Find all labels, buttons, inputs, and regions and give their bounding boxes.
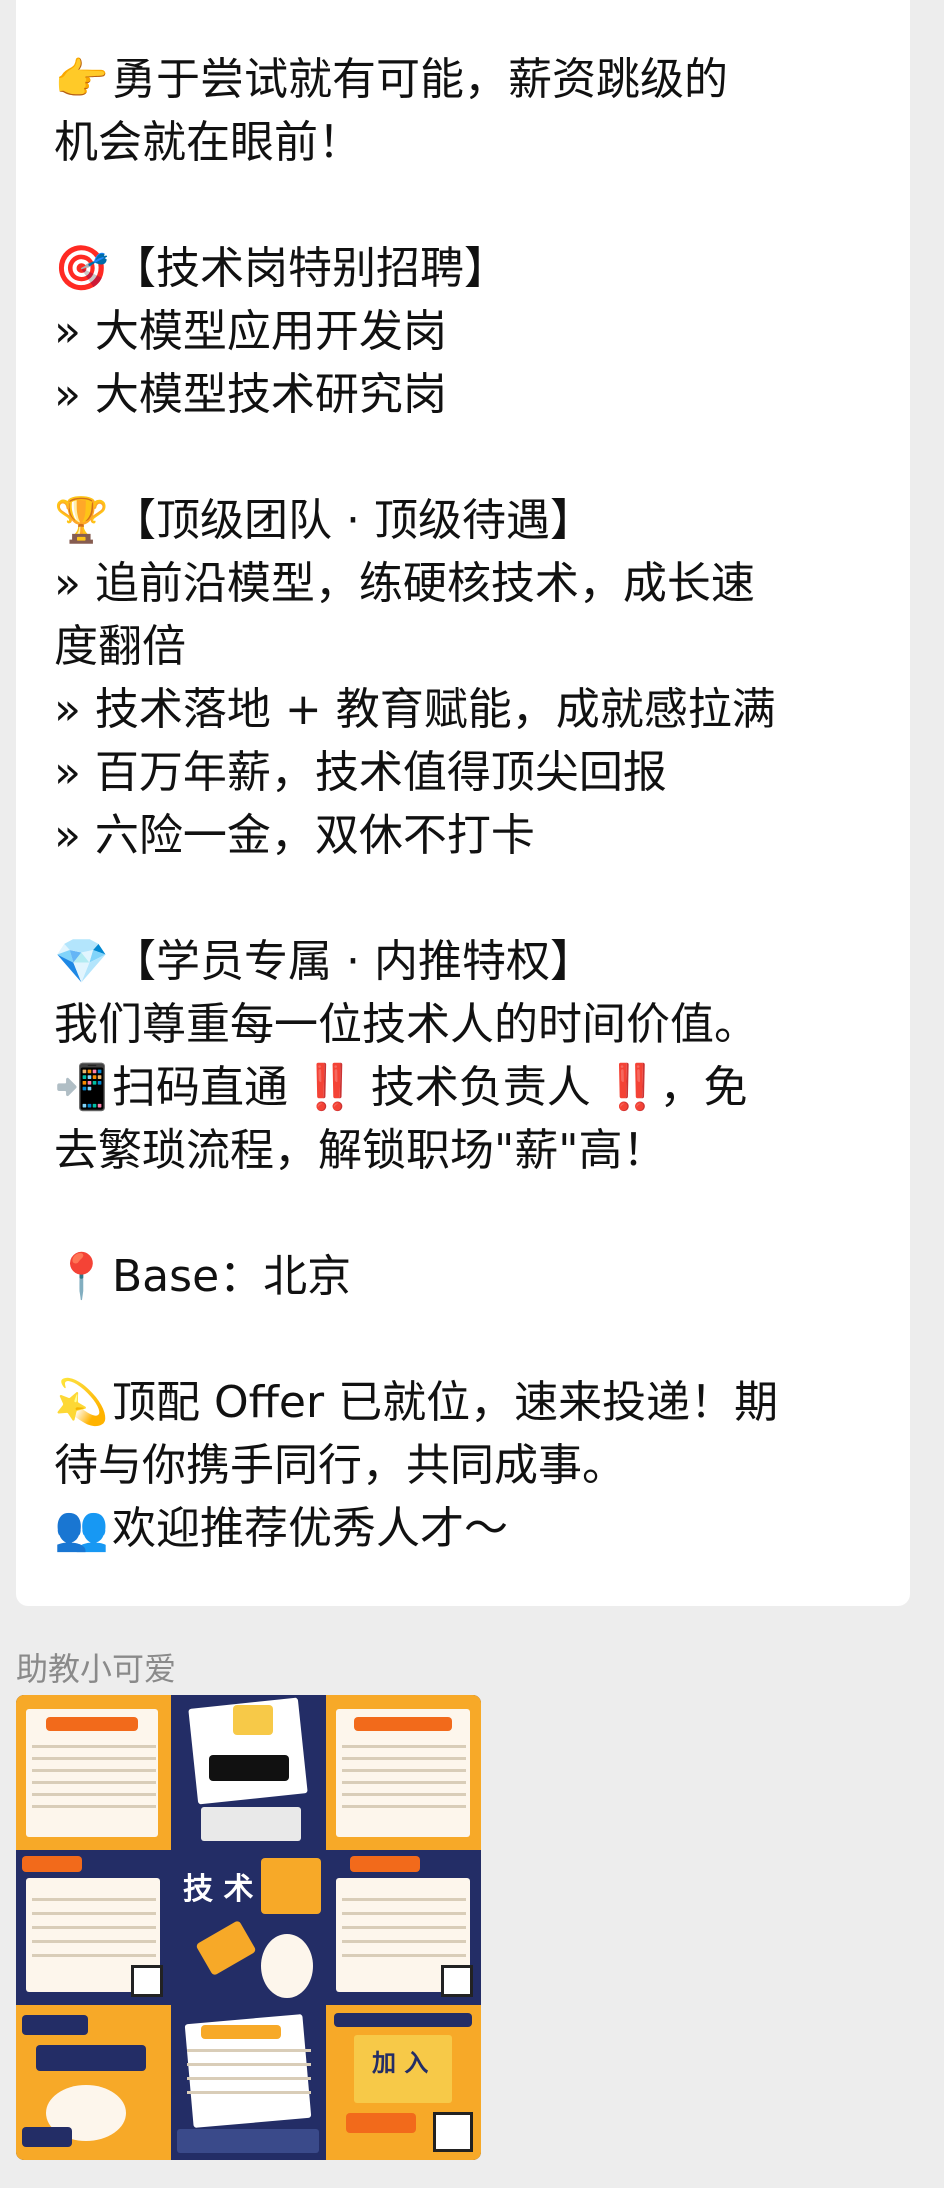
message-line [54, 174, 874, 237]
message-line-text: » 追前沿模型，练硬核技术，成长速 [54, 558, 755, 609]
message-line-text: » 大模型应用开发岗 [54, 306, 447, 357]
emoji-icon: 📲 [54, 1062, 109, 1113]
message-line-text: Base：北京 [112, 1251, 352, 1302]
message-line-text: 【顶级团队 · 顶级待遇】 [112, 495, 594, 546]
message-line: » 大模型技术研究岗 [54, 363, 874, 426]
message-line-text: 度翻倍 [54, 621, 186, 672]
text-message-bubble[interactable]: 👉勇于尝试就有可能，薪资跳级的机会就在眼前！ 🎯【技术岗特别招聘】 » 大模型应用开… [16, 0, 910, 1606]
message-line: 度翻倍 [54, 615, 874, 678]
image-message[interactable]: 技 术 加 入 [16, 1695, 481, 2160]
emoji-icon: 📍 [54, 1251, 109, 1302]
message-line-text: 欢迎推荐优秀人才～ [112, 1503, 508, 1554]
emoji-icon: 🎯 [54, 243, 109, 294]
message-line-text: 【技术岗特别招聘】 [112, 243, 508, 294]
image-tile-7 [16, 2005, 171, 2160]
message-line-text: 勇于尝试就有可能，薪资跳级的 [112, 54, 728, 105]
message-line-text: » 技术落地 + 教育赋能，成就感拉满 [54, 684, 776, 735]
emoji-icon: 🏆 [54, 495, 109, 546]
message-line-text: 顶配 Offer 已就位，速来投递！期 [112, 1377, 779, 1428]
message-line-text: 【学员专属 · 内推特权】 [112, 936, 594, 987]
message-line: » 技术落地 + 教育赋能，成就感拉满 [54, 678, 874, 741]
message-line: 🎯【技术岗特别招聘】 [54, 237, 874, 300]
message-line: 💫顶配 Offer 已就位，速来投递！期 [54, 1371, 874, 1434]
message-line: 👥欢迎推荐优秀人才～ [54, 1497, 874, 1560]
message-line: 📍Base：北京 [54, 1245, 874, 1308]
message-line-text: 扫码直通 ‼️ 技术负责人 ‼️，免 [112, 1062, 748, 1113]
message-line [54, 867, 874, 930]
image-tile-4 [16, 1850, 171, 2005]
image-tile-9: 加 入 [326, 2005, 481, 2160]
message-line-text: 机会就在眼前！ [54, 117, 362, 168]
message-line [54, 1308, 874, 1371]
message-text: 👉勇于尝试就有可能，薪资跳级的机会就在眼前！ 🎯【技术岗特别招聘】 » 大模型应用开… [54, 48, 874, 1560]
message-line-text: » 大模型技术研究岗 [54, 369, 447, 420]
image-tile-2 [171, 1695, 326, 1850]
emoji-icon: 💫 [54, 1377, 109, 1428]
message-line: 👉勇于尝试就有可能，薪资跳级的 [54, 48, 874, 111]
message-line: » 大模型应用开发岗 [54, 300, 874, 363]
message-line [54, 426, 874, 489]
image-tile-1 [16, 1695, 171, 1850]
message-line: 待与你携手同行，共同成事。 [54, 1434, 874, 1497]
message-line: 🏆【顶级团队 · 顶级待遇】 [54, 489, 874, 552]
message-line: 📲扫码直通 ‼️ 技术负责人 ‼️，免 [54, 1056, 874, 1119]
message-line-text: 去繁琐流程，解锁职场"薪"高！ [54, 1125, 667, 1176]
message-line-text: » 百万年薪，技术值得顶尖回报 [54, 747, 667, 798]
message-line: 我们尊重每一位技术人的时间价值。 [54, 993, 874, 1056]
message-line: 机会就在眼前！ [54, 111, 874, 174]
emoji-icon: 💎 [54, 936, 109, 987]
image-tile-5: 技 术 [171, 1850, 326, 2005]
message-line [54, 1182, 874, 1245]
emoji-icon: 👥 [54, 1503, 109, 1554]
image-tile-3 [326, 1695, 481, 1850]
message-line-text: 待与你携手同行，共同成事。 [54, 1440, 626, 1491]
sender-name: 助教小可爱 [16, 1650, 177, 1688]
message-line-text: » 六险一金，双休不打卡 [54, 810, 535, 861]
message-line: » 百万年薪，技术值得顶尖回报 [54, 741, 874, 804]
message-line: » 追前沿模型，练硬核技术，成长速 [54, 552, 874, 615]
message-line: » 六险一金，双休不打卡 [54, 804, 874, 867]
image-tile-8 [171, 2005, 326, 2160]
message-line: 💎【学员专属 · 内推特权】 [54, 930, 874, 993]
image-tile-6 [326, 1850, 481, 2005]
message-line-text: 我们尊重每一位技术人的时间价值。 [54, 999, 758, 1050]
emoji-icon: 👉 [54, 54, 109, 105]
message-line: 去繁琐流程，解锁职场"薪"高！ [54, 1119, 874, 1182]
